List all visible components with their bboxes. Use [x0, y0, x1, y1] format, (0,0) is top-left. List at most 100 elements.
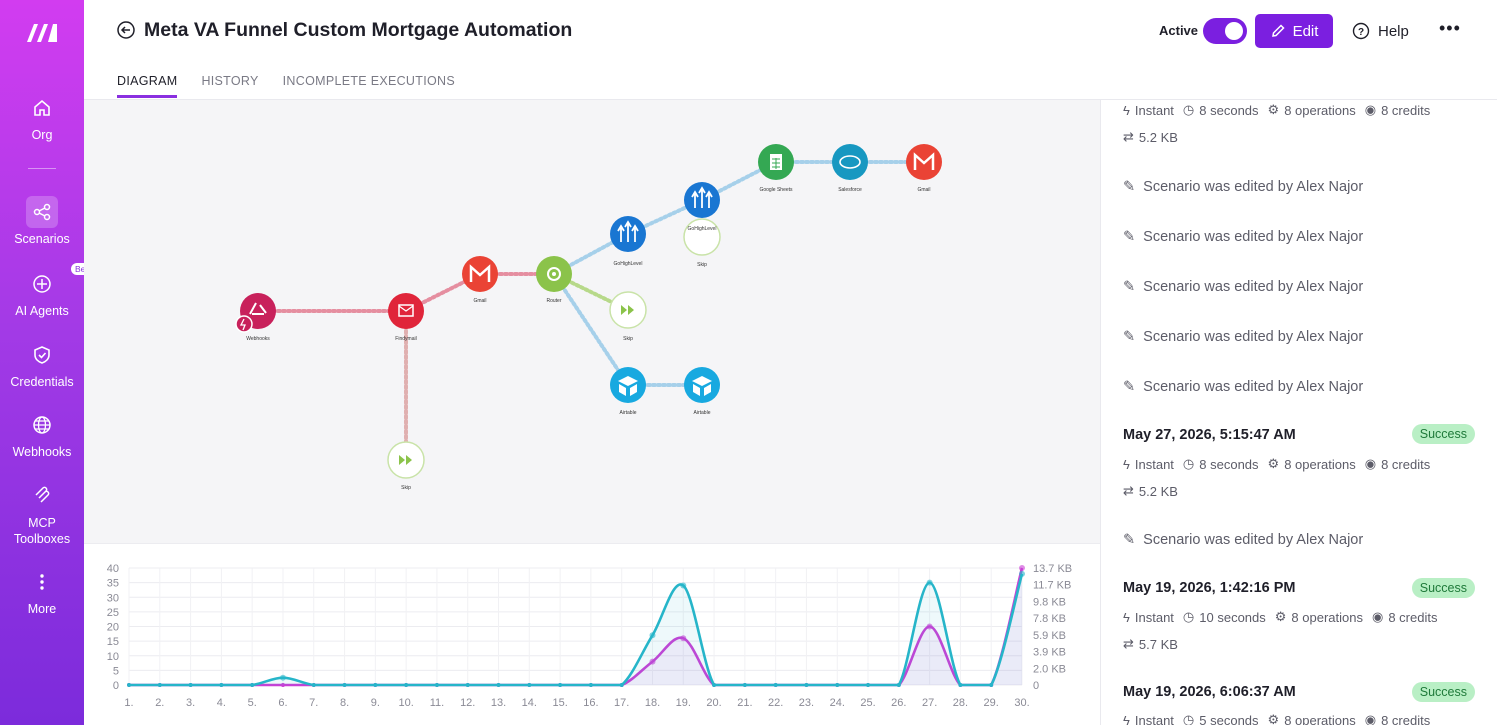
credits-icon: ◉: [1371, 609, 1384, 624]
node-gmail[interactable]: Gmail: [462, 256, 498, 304]
x-tick-label: 3.: [186, 697, 195, 709]
operations-count: 8 operations: [1291, 609, 1363, 625]
node-gohighlevel[interactable]: GoHighLevel: [683, 182, 721, 256]
x-tick-label: 18.: [645, 697, 660, 709]
y2-tick-label: 3.9 KB: [1033, 647, 1066, 659]
node-google-sheets[interactable]: Google Sheets: [758, 144, 794, 193]
run-date[interactable]: May 27, 2026, 5:15:47 AM: [1123, 427, 1296, 443]
y-tick-label: 5: [113, 665, 119, 677]
credits-icon: ◉: [1364, 102, 1377, 117]
sidebar-item-webhooks[interactable]: Webhooks: [0, 409, 84, 459]
series-area: [129, 573, 1022, 685]
svg-text:GoHighLevel: GoHighLevel: [688, 226, 717, 232]
tab-diagram[interactable]: DIAGRAM: [117, 74, 178, 98]
question-circle-icon: ?: [1352, 22, 1370, 40]
svg-text:Gmail: Gmail: [917, 187, 930, 193]
edit-log-text: Scenario was edited by Alex Najor: [1143, 329, 1364, 345]
node-salesforce[interactable]: Salesforce: [832, 144, 868, 193]
mcp-icon: [26, 479, 58, 511]
x-tick-label: 12.: [460, 697, 475, 709]
status-badge: Success: [1411, 578, 1475, 598]
y2-tick-label: 5.9 KB: [1033, 630, 1066, 642]
x-tick-label: 17.: [614, 697, 629, 709]
x-tick-label: 16.: [583, 697, 598, 709]
edit-button[interactable]: Edit: [1255, 14, 1333, 48]
gear-icon: ⚙: [1267, 102, 1280, 117]
svg-text:Findymail: Findymail: [395, 336, 416, 342]
operations-count: 8 operations: [1284, 712, 1356, 725]
run-stats: ϟ Instant ◷ 8 seconds ⚙ 8 operations ◉ 8 cre…: [1123, 102, 1439, 118]
node-skip[interactable]: Skip: [609, 291, 647, 342]
edit-log-item[interactable]: ✎ Scenario was edited by Alex Najor: [1123, 229, 1363, 245]
node-webhooks[interactable]: Webhooks: [235, 293, 276, 342]
sidebar-item-ai-agents[interactable]: Beta AI Agents: [0, 263, 97, 318]
status-badge: Success: [1411, 424, 1475, 444]
node-airtable[interactable]: Airtable: [684, 367, 720, 416]
run-date[interactable]: May 19, 2026, 6:06:37 AM: [1123, 684, 1296, 700]
x-tick-label: 11.: [430, 697, 444, 709]
series-line: [128, 573, 1024, 687]
active-toggle[interactable]: [1203, 18, 1247, 44]
y-tick-label: 0: [113, 680, 119, 692]
sparkle-icon: Beta: [26, 263, 97, 300]
data-size-value: 5.2 KB: [1138, 129, 1178, 145]
node-gmail[interactable]: Gmail: [906, 144, 942, 193]
help-button[interactable]: ? Help: [1352, 22, 1409, 40]
back-arrow-icon[interactable]: [117, 21, 135, 39]
trigger-type: Instant: [1134, 456, 1174, 472]
tab-history[interactable]: HISTORY: [201, 74, 258, 98]
sidebar-item-mcp-toolboxes[interactable]: MCP Toolboxes: [0, 479, 84, 547]
edit-log-item[interactable]: ✎ Scenario was edited by Alex Najor: [1123, 179, 1363, 195]
node-gohighlevel[interactable]: GoHighLevel: [610, 216, 646, 267]
sidebar-item-scenarios[interactable]: Scenarios: [0, 196, 84, 246]
scenario-diagram: Webhooks Findymail Skip Gmail Router GoH…: [235, 144, 942, 491]
y-tick-label: 35: [107, 578, 119, 590]
trigger-type: Instant: [1134, 712, 1174, 725]
y2-tick-label: 9.8 KB: [1033, 596, 1066, 608]
diagram-canvas[interactable]: Webhooks Findymail Skip Gmail Router GoH…: [84, 100, 1100, 543]
node-airtable[interactable]: Airtable: [610, 367, 646, 416]
run-stats: ϟ Instant ◷ 10 seconds ⚙ 8 operations ◉ 8 cr…: [1123, 609, 1446, 625]
svg-text:Airtable: Airtable: [620, 410, 637, 416]
edit-log-item[interactable]: ✎ Scenario was edited by Alex Najor: [1123, 279, 1363, 295]
node-skip[interactable]: Skip: [697, 262, 707, 268]
data-point: [804, 683, 809, 687]
sidebar: Org Scenarios Beta AI Agents Credentials…: [0, 0, 97, 725]
duration: 8 seconds: [1199, 456, 1259, 472]
x-tick-label: 29.: [984, 697, 999, 709]
sidebar-item-more[interactable]: More: [0, 566, 84, 616]
make-logo[interactable]: [25, 18, 59, 46]
tab-incomplete-executions[interactable]: INCOMPLETE EXECUTIONS: [283, 74, 455, 98]
run-date[interactable]: May 19, 2026, 1:42:16 PM: [1123, 580, 1296, 596]
y-tick-label: 40: [107, 563, 119, 575]
credits-count: 8 credits: [1381, 102, 1431, 118]
help-label: Help: [1378, 22, 1409, 40]
data-point: [219, 683, 224, 687]
transfer-icon: ⇄: [1123, 129, 1134, 144]
edit-log-item[interactable]: ✎ Scenario was edited by Alex Najor: [1123, 379, 1363, 395]
edit-log-item[interactable]: ✎ Scenario was edited by Alex Najor: [1123, 329, 1363, 345]
node-skip[interactable]: Skip: [387, 441, 425, 491]
node-router[interactable]: Router: [536, 256, 572, 304]
duration: 10 seconds: [1199, 609, 1266, 625]
data-point: [712, 683, 717, 687]
history-panel[interactable]: ϟ Instant ◷ 8 seconds ⚙ 8 operations ◉ 8 cre…: [1100, 100, 1497, 725]
y2-tick-label: 13.7 KB: [1033, 563, 1072, 575]
x-tick-label: 13.: [491, 697, 506, 709]
x-tick-label: 9.: [371, 697, 380, 709]
x-tick-label: 7.: [309, 697, 318, 709]
edit-log-item[interactable]: ✎ Scenario was edited by Alex Najor: [1123, 532, 1363, 548]
data-point: [496, 683, 501, 687]
x-tick-label: 23.: [799, 697, 814, 709]
sidebar-item-credentials[interactable]: Credentials: [0, 339, 84, 389]
sidebar-item-org[interactable]: Org: [0, 92, 84, 142]
data-size: ⇄ 5.2 KB: [1123, 129, 1178, 145]
home-icon: [26, 92, 58, 124]
data-point: [989, 683, 994, 687]
duration: 8 seconds: [1199, 102, 1259, 118]
x-tick-label: 25.: [860, 697, 875, 709]
data-point: [773, 683, 778, 687]
x-tick-label: 4.: [217, 697, 226, 709]
more-menu-icon[interactable]: •••: [1439, 18, 1461, 39]
x-tick-label: 1.: [124, 697, 133, 709]
